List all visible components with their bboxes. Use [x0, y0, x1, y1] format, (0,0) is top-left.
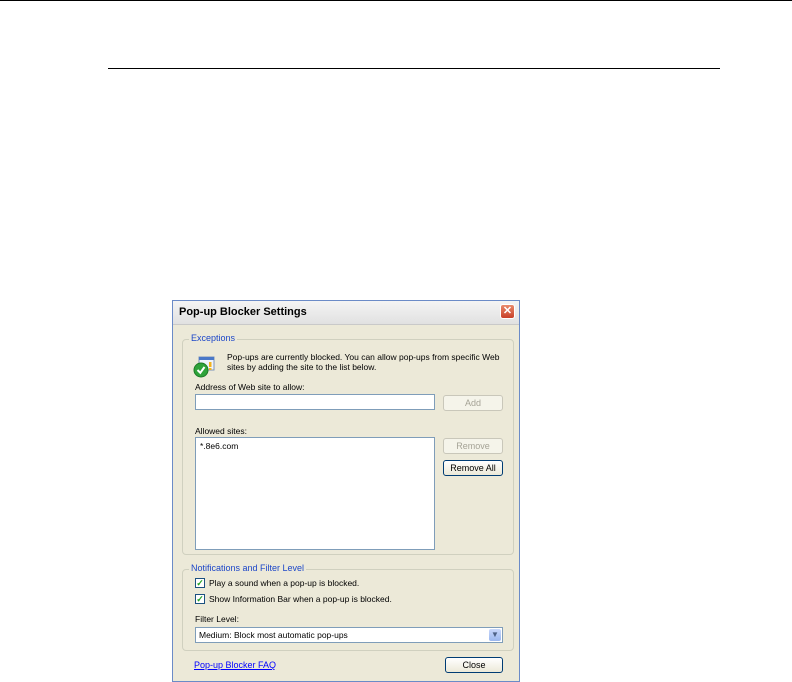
filter-level-label: Filter Level:: [195, 614, 239, 624]
address-label: Address of Web site to allow:: [195, 382, 305, 392]
allowed-sites-list[interactable]: *.8e6.com: [195, 437, 435, 550]
blocked-info-text: Pop-ups are currently blocked. You can a…: [227, 352, 500, 372]
allowed-sites-label: Allowed sites:: [195, 426, 247, 436]
play-sound-label[interactable]: Play a sound when a pop-up is blocked.: [209, 578, 359, 588]
page-top-rule: [0, 0, 792, 1]
notifications-group-label: Notifications and Filter Level: [189, 563, 307, 573]
notifications-group: Notifications and Filter Level ✓ Play a …: [182, 563, 514, 651]
exceptions-group: Exceptions Pop-ups are currently blocked…: [182, 333, 514, 555]
dialog-titlebar[interactable]: Pop-up Blocker Settings ✕: [173, 301, 519, 325]
dialog-title: Pop-up Blocker Settings: [179, 306, 307, 318]
remove-button[interactable]: Remove: [443, 438, 503, 454]
list-item[interactable]: *.8e6.com: [200, 441, 238, 451]
shield-check-icon: [193, 356, 215, 378]
page-divider-rule: [108, 68, 720, 69]
exceptions-group-label: Exceptions: [189, 333, 238, 343]
chevron-down-icon[interactable]: ▼: [489, 629, 501, 641]
popup-blocker-dialog: Pop-up Blocker Settings ✕ Exceptions Pop…: [172, 300, 520, 682]
info-bar-checkbox[interactable]: ✓: [195, 594, 205, 604]
play-sound-checkbox[interactable]: ✓: [195, 578, 205, 588]
remove-all-button[interactable]: Remove All: [443, 460, 503, 476]
close-button[interactable]: Close: [445, 657, 503, 673]
add-button[interactable]: Add: [443, 395, 503, 411]
filter-level-select[interactable]: Medium: Block most automatic pop-ups ▼: [195, 627, 503, 643]
info-bar-label[interactable]: Show Information Bar when a pop-up is bl…: [209, 594, 392, 604]
address-input[interactable]: [195, 394, 435, 410]
faq-link[interactable]: Pop-up Blocker FAQ: [194, 660, 276, 670]
close-icon[interactable]: ✕: [500, 304, 515, 319]
filter-level-value: Medium: Block most automatic pop-ups: [199, 630, 348, 640]
